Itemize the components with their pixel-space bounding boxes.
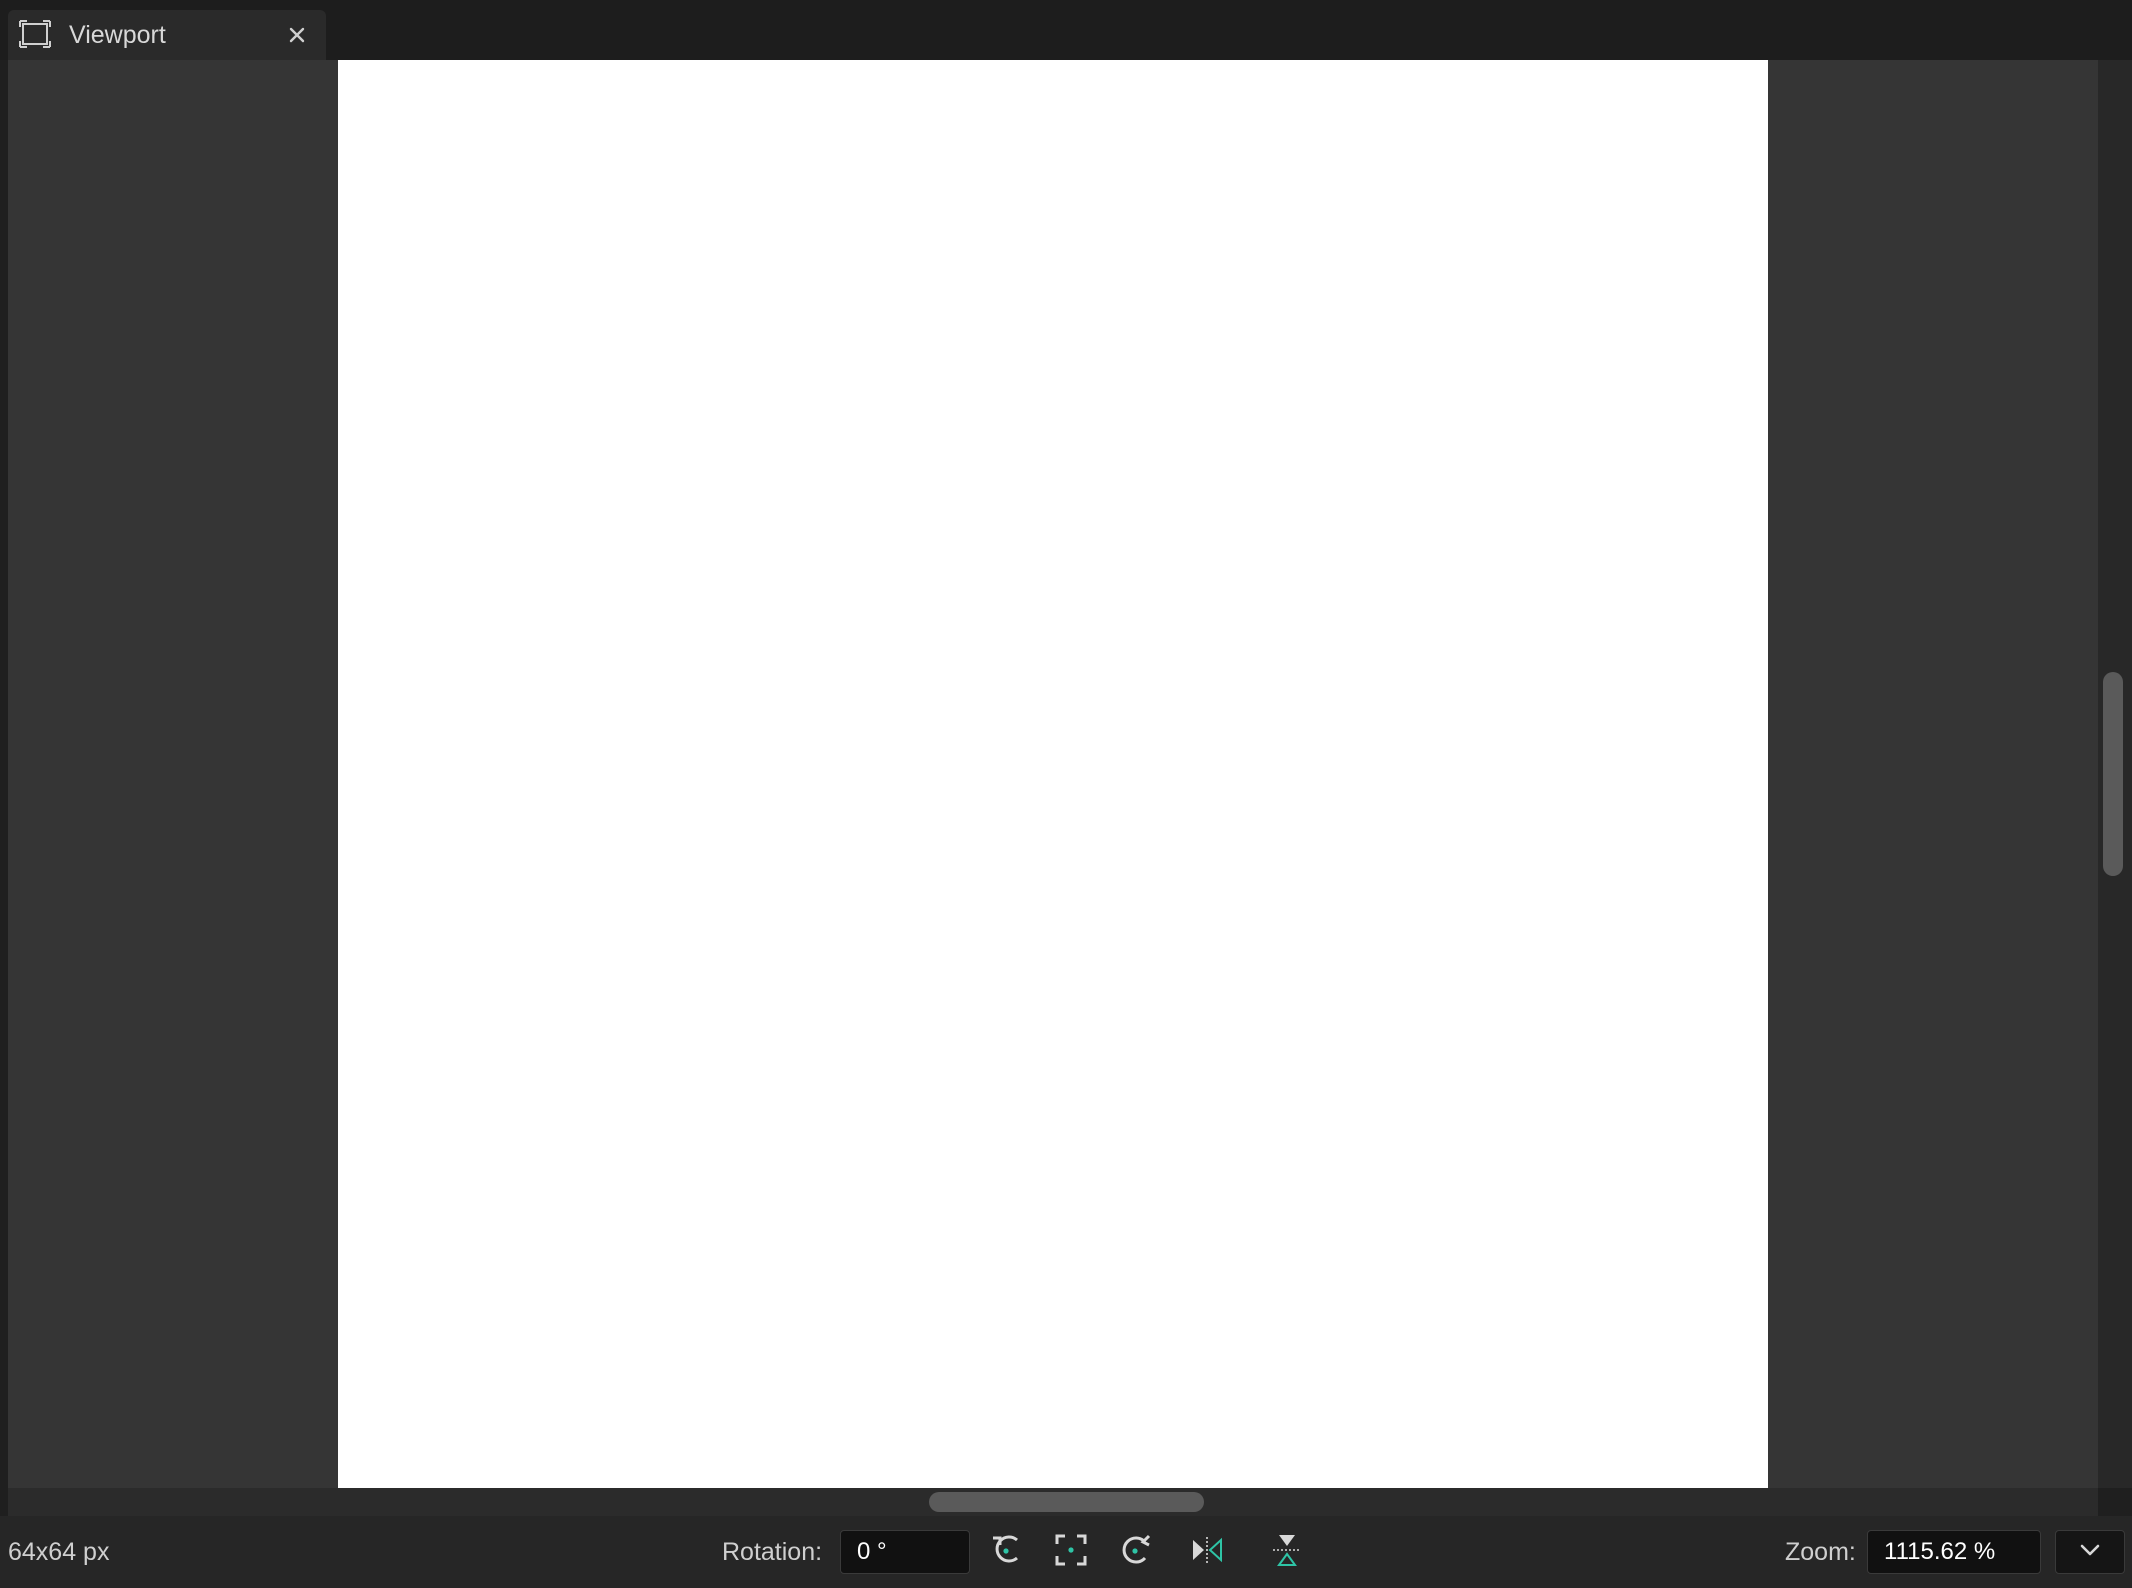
tab-viewport[interactable]: Viewport — [8, 10, 326, 60]
rotation-label: Rotation: — [722, 1538, 823, 1566]
image-size-label: 64x64 px — [8, 1538, 110, 1566]
vertical-scrollbar-thumb[interactable] — [2103, 672, 2123, 876]
flip-vertical-button[interactable] — [1265, 1530, 1309, 1574]
flip-vertical-icon — [1269, 1532, 1305, 1573]
viewport-area[interactable] — [8, 60, 2098, 1488]
zoom-input[interactable] — [1867, 1530, 2041, 1574]
rotate-right-button[interactable] — [1113, 1530, 1157, 1574]
viewport-icon — [18, 17, 52, 51]
fit-view-button[interactable] — [1049, 1530, 1093, 1574]
rotation-input[interactable] — [840, 1530, 970, 1574]
fit-view-icon — [1053, 1532, 1089, 1573]
tab-bar: Viewport — [0, 0, 2132, 60]
tab-title: Viewport — [69, 21, 166, 49]
chevron-down-icon — [2079, 1543, 2101, 1562]
rotate-left-icon — [989, 1532, 1025, 1573]
zoom-label: Zoom: — [1785, 1538, 1856, 1566]
image-canvas[interactable] — [338, 60, 1768, 1488]
rotate-right-icon — [1117, 1532, 1153, 1573]
flip-horizontal-button[interactable] — [1185, 1530, 1229, 1574]
flip-horizontal-icon — [1189, 1532, 1225, 1573]
horizontal-scrollbar-thumb[interactable] — [929, 1492, 1204, 1512]
viewport-window: Viewport 64x64 px Rotation: 0 ° Zoom: 11… — [0, 0, 2132, 1588]
zoom-dropdown-button[interactable] — [2055, 1530, 2125, 1574]
rotate-left-button[interactable] — [985, 1530, 1029, 1574]
close-icon[interactable] — [280, 18, 314, 52]
